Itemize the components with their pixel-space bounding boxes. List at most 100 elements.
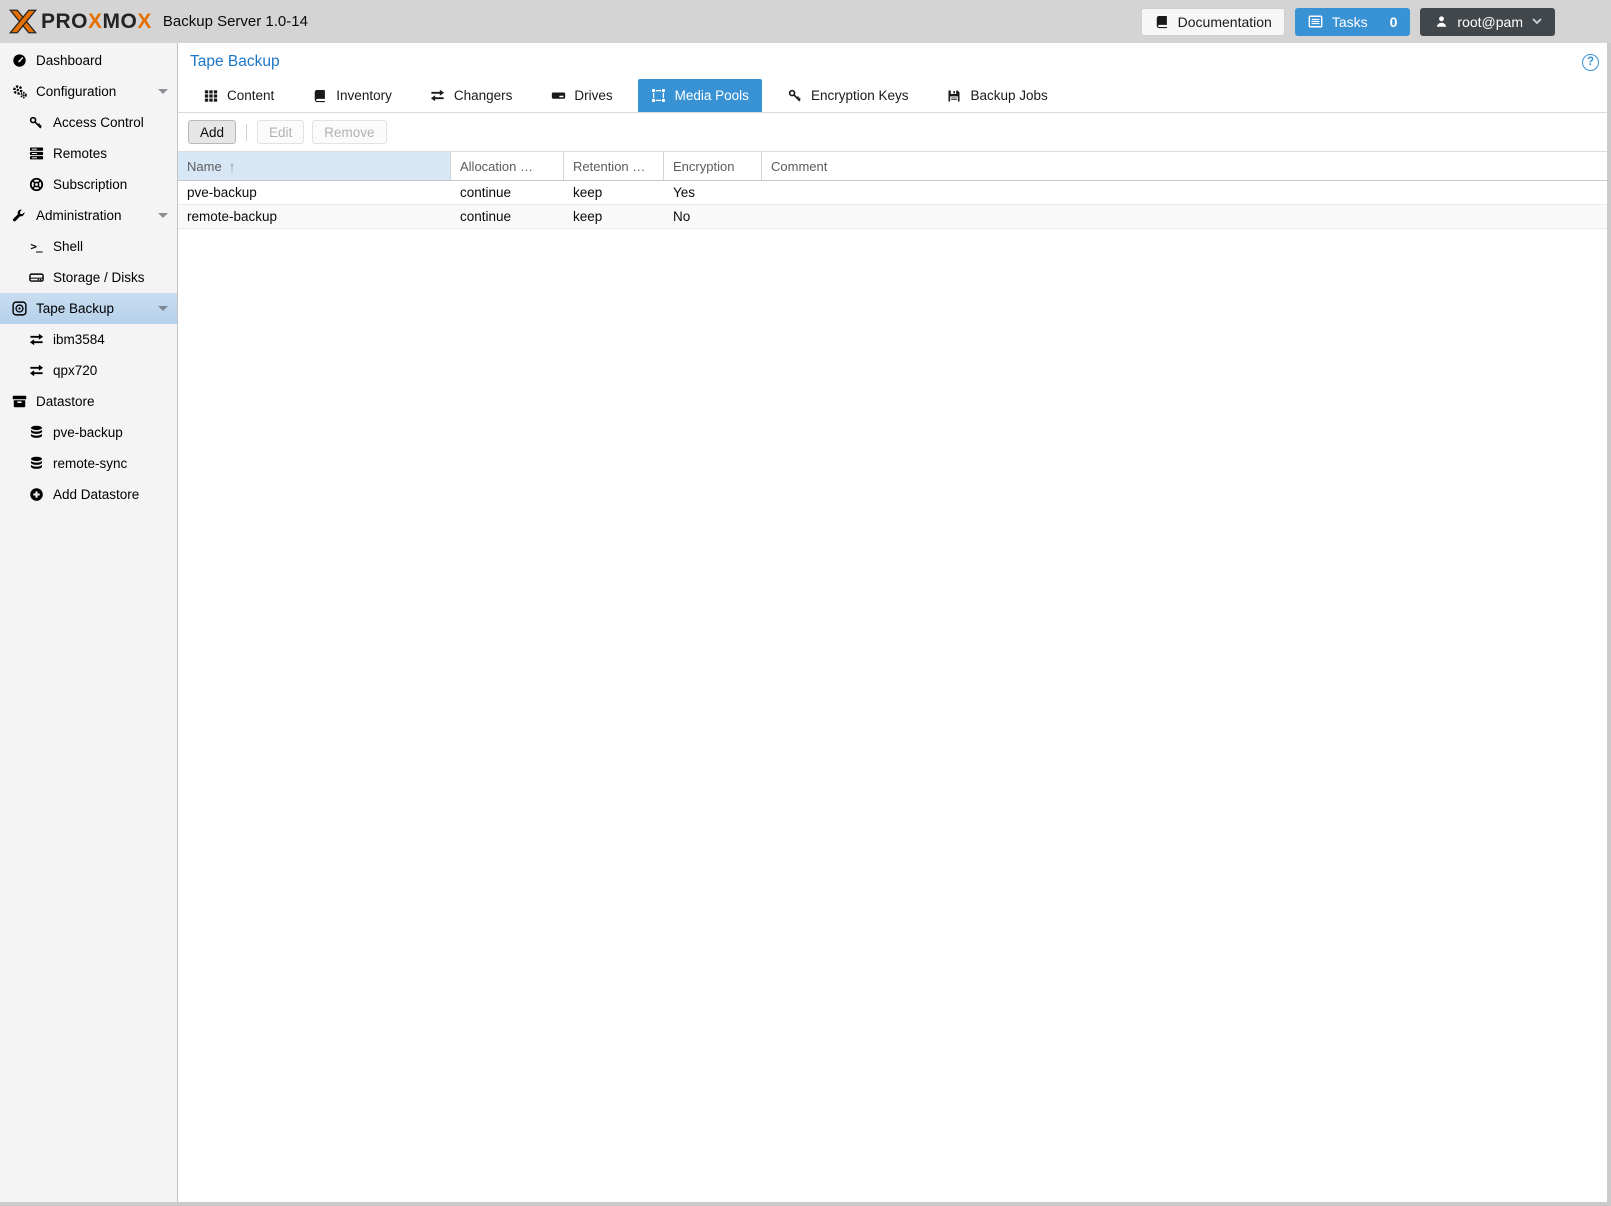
database-icon bbox=[28, 425, 44, 441]
sidebar-item-label: remote-sync bbox=[53, 456, 127, 471]
tab-bar: Content Inventory Changers bbox=[178, 73, 1607, 113]
column-header-allocation[interactable]: Allocation … bbox=[451, 152, 564, 180]
table-header: Name ↑ Allocation … Retention … Encrypti… bbox=[178, 152, 1607, 181]
sidebar-item-ibm3584[interactable]: ibm3584 bbox=[0, 324, 177, 355]
user-label: root@pam bbox=[1457, 14, 1523, 30]
drive-icon bbox=[550, 88, 566, 104]
user-menu-button[interactable]: root@pam bbox=[1420, 8, 1555, 36]
life-ring-icon bbox=[28, 177, 44, 193]
column-header-retention[interactable]: Retention … bbox=[564, 152, 664, 180]
collapse-caret-icon bbox=[158, 89, 168, 94]
wordmark-seg: X bbox=[88, 10, 103, 33]
tasks-count-badge: 0 bbox=[1390, 14, 1398, 30]
column-header-label: Encryption bbox=[673, 159, 734, 174]
tab-media-pools[interactable]: Media Pools bbox=[638, 79, 762, 112]
sidebar-item-qpx720[interactable]: qpx720 bbox=[0, 355, 177, 386]
cell-allocation: continue bbox=[451, 185, 564, 200]
top-header: PROXMOX Backup Server 1.0-14 Documentati… bbox=[0, 0, 1611, 43]
database-icon bbox=[28, 456, 44, 472]
tab-inventory[interactable]: Inventory bbox=[299, 79, 405, 112]
chevron-down-icon bbox=[1531, 14, 1542, 30]
table-row[interactable]: pve-backup continue keep Yes bbox=[178, 181, 1607, 205]
table-row[interactable]: remote-backup continue keep No bbox=[178, 205, 1607, 229]
archive-icon bbox=[11, 394, 27, 410]
column-header-label: Allocation … bbox=[460, 159, 533, 174]
sidebar-item-access-control[interactable]: Access Control bbox=[0, 107, 177, 138]
proxmox-x-mark-icon bbox=[8, 8, 38, 35]
sidebar-item-subscription[interactable]: Subscription bbox=[0, 169, 177, 200]
sidebar-item-remotes[interactable]: Remotes bbox=[0, 138, 177, 169]
cell-encryption: Yes bbox=[664, 185, 762, 200]
tab-content[interactable]: Content bbox=[190, 79, 287, 112]
task-list-icon bbox=[1308, 14, 1324, 30]
tab-backup-jobs[interactable]: Backup Jobs bbox=[933, 79, 1060, 112]
tab-label: Drives bbox=[574, 88, 612, 103]
cell-name: remote-backup bbox=[178, 209, 451, 224]
save-icon bbox=[946, 88, 962, 104]
sidebar-item-label: Subscription bbox=[53, 177, 127, 192]
column-header-comment[interactable]: Comment bbox=[762, 152, 1607, 180]
column-header-label: Comment bbox=[771, 159, 827, 174]
object-group-icon bbox=[651, 88, 667, 104]
tab-label: Changers bbox=[454, 88, 513, 103]
key-icon bbox=[787, 88, 803, 104]
column-header-name[interactable]: Name ↑ bbox=[178, 152, 451, 180]
cell-retention: keep bbox=[564, 185, 664, 200]
wrench-icon bbox=[11, 208, 27, 224]
column-header-encryption[interactable]: Encryption bbox=[664, 152, 762, 180]
sidebar-item-tape-backup[interactable]: Tape Backup bbox=[0, 293, 177, 324]
tab-label: Backup Jobs bbox=[970, 88, 1047, 103]
sidebar-item-label: qpx720 bbox=[53, 363, 97, 378]
toolbar: Add Edit Remove bbox=[178, 113, 1607, 152]
tape-icon bbox=[11, 301, 27, 317]
sidebar-item-configuration[interactable]: Configuration bbox=[0, 76, 177, 107]
tab-label: Inventory bbox=[336, 88, 392, 103]
sidebar-item-datastore[interactable]: Datastore bbox=[0, 386, 177, 417]
sidebar-item-shell[interactable]: >_ Shell bbox=[0, 231, 177, 262]
gears-icon bbox=[11, 84, 27, 100]
column-header-label: Retention … bbox=[573, 159, 645, 174]
sidebar-item-label: Tape Backup bbox=[36, 301, 114, 316]
edit-button[interactable]: Edit bbox=[257, 120, 304, 144]
book-icon bbox=[1154, 14, 1170, 30]
tab-drives[interactable]: Drives bbox=[537, 79, 625, 112]
cell-retention: keep bbox=[564, 209, 664, 224]
cell-allocation: continue bbox=[451, 209, 564, 224]
top-header-actions: Documentation Tasks 0 root@pam bbox=[1141, 8, 1601, 36]
help-button[interactable]: ? bbox=[1582, 54, 1599, 71]
tape-changer-icon bbox=[28, 332, 44, 348]
panel-header: Tape Backup ? bbox=[178, 43, 1607, 73]
sidebar-item-label: Dashboard bbox=[36, 53, 102, 68]
user-icon bbox=[1433, 14, 1449, 30]
wordmark-seg: PRO bbox=[41, 10, 88, 33]
wordmark-seg: MO bbox=[103, 10, 138, 33]
tab-changers[interactable]: Changers bbox=[417, 79, 526, 112]
sidebar-item-storage-disks[interactable]: Storage / Disks bbox=[0, 262, 177, 293]
sidebar-item-label: Storage / Disks bbox=[53, 270, 145, 285]
add-button[interactable]: Add bbox=[188, 120, 236, 144]
sidebar-item-label: Shell bbox=[53, 239, 83, 254]
sidebar-item-label: Access Control bbox=[53, 115, 144, 130]
toolbar-separator bbox=[246, 124, 247, 141]
sidebar: Dashboard Configuration bbox=[0, 43, 178, 1202]
sort-asc-icon: ↑ bbox=[229, 159, 236, 174]
sidebar-item-dashboard[interactable]: Dashboard bbox=[0, 45, 177, 76]
sidebar-item-administration[interactable]: Administration bbox=[0, 200, 177, 231]
remove-button[interactable]: Remove bbox=[312, 120, 386, 144]
sidebar-item-label: Administration bbox=[36, 208, 122, 223]
tab-encryption-keys[interactable]: Encryption Keys bbox=[774, 79, 922, 112]
plus-circle-icon bbox=[28, 487, 44, 503]
sidebar-item-add-datastore[interactable]: Add Datastore bbox=[0, 479, 177, 510]
sidebar-item-label: Add Datastore bbox=[53, 487, 139, 502]
tasks-button[interactable]: Tasks 0 bbox=[1295, 8, 1411, 36]
column-header-label: Name bbox=[187, 159, 222, 174]
sidebar-item-label: pve-backup bbox=[53, 425, 123, 440]
sidebar-item-remote-sync[interactable]: remote-sync bbox=[0, 448, 177, 479]
key-icon bbox=[28, 115, 44, 131]
app-version-title: Backup Server 1.0-14 bbox=[163, 13, 308, 30]
workspace: Dashboard Configuration bbox=[0, 43, 1607, 1202]
sidebar-item-label: ibm3584 bbox=[53, 332, 105, 347]
sidebar-item-pve-backup[interactable]: pve-backup bbox=[0, 417, 177, 448]
sidebar-item-label: Datastore bbox=[36, 394, 95, 409]
documentation-button[interactable]: Documentation bbox=[1141, 8, 1285, 36]
